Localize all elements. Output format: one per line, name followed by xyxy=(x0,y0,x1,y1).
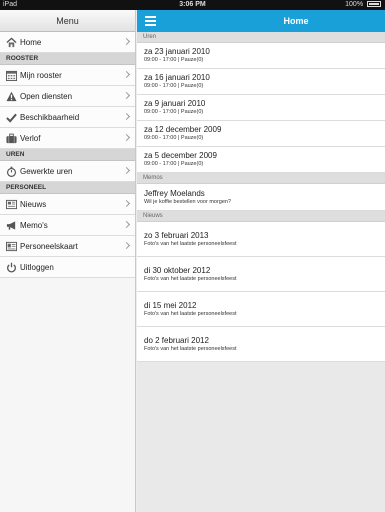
uren-detail: 09:00 - 17:00 | Pauze(0) xyxy=(144,161,204,167)
sidebar-item-label: Personeelskaart xyxy=(20,241,78,251)
uren-detail: 09:00 - 17:00 | Pauze(0) xyxy=(144,109,204,115)
sidebar-item-memos[interactable]: Memo's xyxy=(0,215,135,236)
memo-item[interactable]: Jeffrey Moelands Wil je koffie bestellen… xyxy=(137,184,385,211)
sidebar-section-personeel: PERSONEEL xyxy=(0,182,135,194)
battery-percent: 100% xyxy=(345,1,364,8)
sidebar-item-uitloggen[interactable]: Uitloggen xyxy=(0,257,135,278)
uren-date: za 16 januari 2010 xyxy=(144,73,210,82)
sidebar-item-label: Home xyxy=(20,37,42,47)
nieuws-text: Foto's van het laatste personeelsfeest xyxy=(144,240,237,247)
chevron-right-icon xyxy=(122,166,131,175)
uren-detail: 09:00 - 17:00 | Pauze(0) xyxy=(144,57,204,63)
battery-indicator: 100% xyxy=(345,0,381,10)
power-icon xyxy=(5,261,17,273)
chevron-right-icon xyxy=(122,199,131,208)
memo-text: Wil je koffie bestellen voor morgen? xyxy=(144,198,232,205)
sidebar-item-beschikbaarheid[interactable]: Beschikbaarheid xyxy=(0,107,135,128)
calendar-icon xyxy=(5,69,17,81)
nieuws-text: Foto's van het laatste personeelsfeest xyxy=(144,275,237,282)
nieuws-item[interactable]: di 15 mei 2012 Foto's van het laatste pe… xyxy=(137,292,385,327)
newspaper-icon xyxy=(5,198,17,210)
chevron-right-icon xyxy=(122,70,131,79)
nieuws-date: di 30 oktober 2012 xyxy=(144,265,211,275)
nieuws-item[interactable]: di 30 oktober 2012 Foto's van het laatst… xyxy=(137,257,385,292)
sidebar-item-label: Verlof xyxy=(20,133,41,143)
sidebar-menu: Menu Home ROOSTER Mijn rooster Open dien… xyxy=(0,10,136,512)
nieuws-date: zo 3 februari 2013 xyxy=(144,230,209,240)
chevron-right-icon xyxy=(122,37,131,46)
sidebar-item-open-diensten[interactable]: Open diensten xyxy=(0,86,135,107)
sidebar-section-rooster: ROOSTER xyxy=(0,53,135,65)
sidebar-item-label: Gewerkte uren xyxy=(20,166,73,176)
sidebar-item-label: Mijn rooster xyxy=(20,70,62,80)
warning-icon xyxy=(5,90,17,102)
chevron-right-icon xyxy=(122,241,131,250)
uren-detail: 09:00 - 17:00 | Pauze(0) xyxy=(144,83,204,89)
sidebar-item-verlof[interactable]: Verlof xyxy=(0,128,135,149)
nieuws-date: di 15 mei 2012 xyxy=(144,300,197,310)
sidebar-item-label: Beschikbaarheid xyxy=(20,112,80,122)
sidebar-item-mijn-rooster[interactable]: Mijn rooster xyxy=(0,65,135,86)
sidebar-item-label: Uitloggen xyxy=(20,262,54,272)
nieuws-text: Foto's van het laatste personeelsfeest xyxy=(144,345,237,352)
sidebar-section-uren: UREN xyxy=(0,149,135,161)
section-header-memos: Memos xyxy=(137,173,385,184)
nieuws-date: do 2 februari 2012 xyxy=(144,335,209,345)
page-title: Home xyxy=(283,16,309,26)
clock: 3:06 PM xyxy=(179,1,206,8)
uren-date: za 23 januari 2010 xyxy=(144,47,210,56)
section-header-uren: Uren xyxy=(137,32,385,43)
status-bar: iPad 3:06 PM 100% xyxy=(0,0,385,10)
sidebar-item-nieuws[interactable]: Nieuws xyxy=(0,194,135,215)
sidebar-item-gewerkte-uren[interactable]: Gewerkte uren xyxy=(0,161,135,182)
sidebar-item-home[interactable]: Home xyxy=(0,32,135,53)
uren-detail: 09:00 - 17:00 | Pauze(0) xyxy=(144,135,204,141)
section-header-nieuws: Nieuws xyxy=(137,211,385,222)
sidebar-item-label: Memo's xyxy=(20,220,48,230)
sidebar-item-label: Nieuws xyxy=(20,199,47,209)
sidebar-item-label: Open diensten xyxy=(20,91,73,101)
uren-date: za 12 december 2009 xyxy=(144,125,222,134)
stopwatch-icon xyxy=(5,165,17,177)
checkmark-icon xyxy=(5,111,17,123)
nieuws-item[interactable]: zo 3 februari 2013 Foto's van het laatst… xyxy=(137,222,385,257)
uren-date: za 9 januari 2010 xyxy=(144,99,206,108)
sidebar-title: Menu xyxy=(0,10,135,32)
battery-icon xyxy=(367,1,381,7)
megaphone-icon xyxy=(5,219,17,231)
uren-item[interactable]: za 9 januari 2010 09:00 - 17:00 | Pauze(… xyxy=(137,95,385,121)
uren-item[interactable]: za 16 januari 2010 09:00 - 17:00 | Pauze… xyxy=(137,69,385,95)
chevron-right-icon xyxy=(122,220,131,229)
nieuws-text: Foto's van het laatste personeelsfeest xyxy=(144,310,237,317)
chevron-right-icon xyxy=(122,91,131,100)
uren-item[interactable]: za 23 januari 2010 09:00 - 17:00 | Pauze… xyxy=(137,43,385,69)
chevron-right-icon xyxy=(122,133,131,142)
id-card-icon xyxy=(5,240,17,252)
uren-item[interactable]: za 5 december 2009 09:00 - 17:00 | Pauze… xyxy=(137,147,385,173)
house-icon xyxy=(5,36,17,48)
top-bar: Home xyxy=(137,10,385,32)
suitcase-icon xyxy=(5,132,17,144)
chevron-right-icon xyxy=(122,112,131,121)
main-content: Home Uren za 23 januari 2010 09:00 - 17:… xyxy=(137,10,385,512)
uren-date: za 5 december 2009 xyxy=(144,151,217,160)
uren-item[interactable]: za 12 december 2009 09:00 - 17:00 | Pauz… xyxy=(137,121,385,147)
nieuws-item[interactable]: do 2 februari 2012 Foto's van het laatst… xyxy=(137,327,385,362)
sidebar-item-personeelskaart[interactable]: Personeelskaart xyxy=(0,236,135,257)
memo-author: Jeffrey Moelands xyxy=(144,188,205,198)
